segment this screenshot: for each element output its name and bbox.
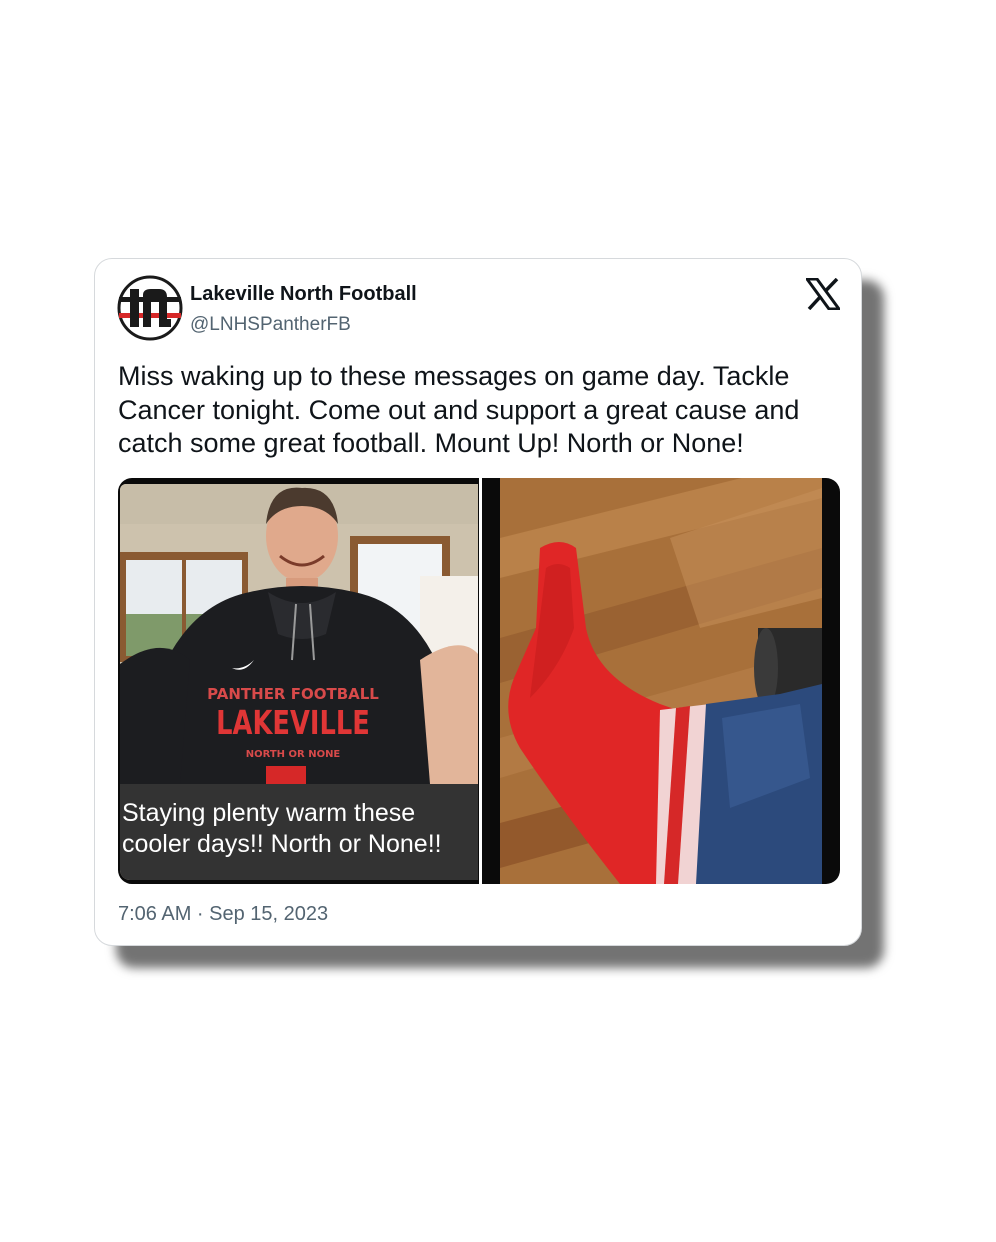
hoodie-text-3: NORTH OR NONE <box>246 749 341 760</box>
avatar[interactable] <box>117 275 183 341</box>
x-logo-icon[interactable] <box>806 278 840 310</box>
lakeville-north-logo-icon <box>117 275 183 341</box>
red-sock-image <box>500 478 822 884</box>
photo-divider <box>479 478 482 884</box>
tweet-timestamp[interactable]: 7:06 AM · Sep 15, 2023 <box>118 903 328 926</box>
tweet-text: Miss waking up to these messages on game… <box>118 361 800 458</box>
media-grid: PANTHER FOOTBALL LAKEVILLE NORTH OR NONE… <box>118 478 840 884</box>
red-sock-photo[interactable] <box>500 478 822 884</box>
hoodie-text-2: LAKEVILLE <box>216 704 370 742</box>
selfie-photo[interactable]: PANTHER FOOTBALL LAKEVILLE NORTH OR NONE… <box>120 484 478 880</box>
tweet-card: Lakeville North Football @LNHSPantherFB … <box>94 258 862 946</box>
photo-caption: Staying plenty warm these cooler days!! … <box>122 799 442 858</box>
caption-box: Staying plenty warm these cooler days!! … <box>120 784 478 880</box>
display-name[interactable]: Lakeville North Football <box>190 283 417 306</box>
user-handle[interactable]: @LNHSPantherFB <box>190 314 351 336</box>
hoodie-text-1: PANTHER FOOTBALL <box>207 685 379 703</box>
